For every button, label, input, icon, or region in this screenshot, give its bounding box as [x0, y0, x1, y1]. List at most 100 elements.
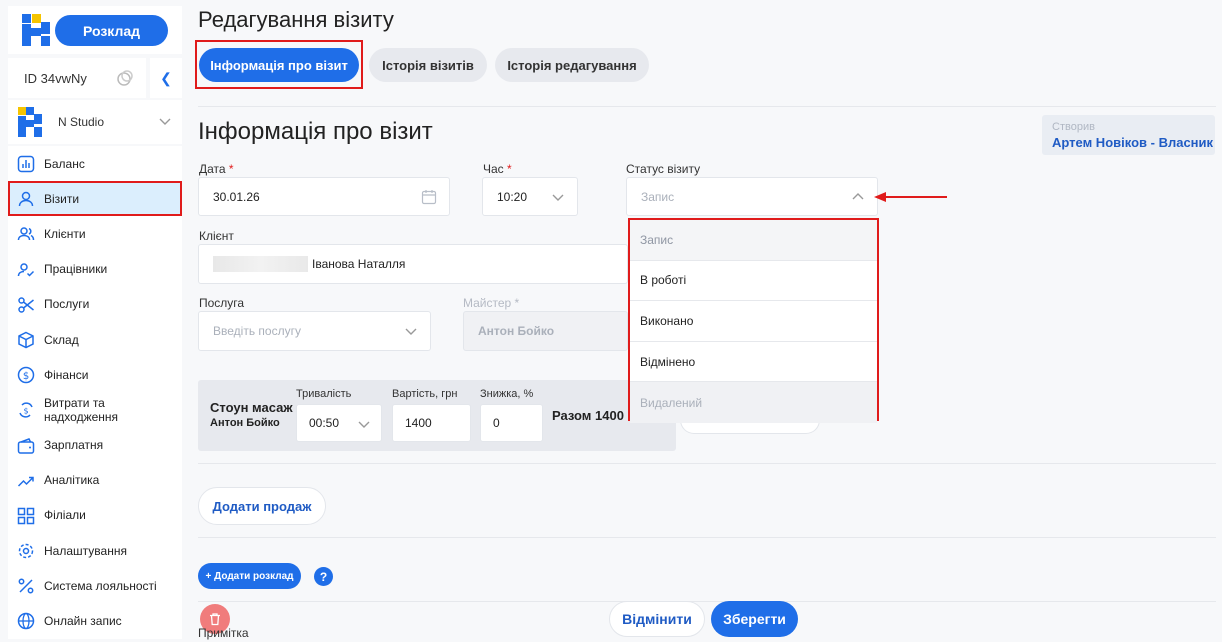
sidebar-item-label: Аналітика	[44, 473, 100, 488]
date-field[interactable]: 30.01.26	[198, 177, 450, 216]
master-label: Майстер *	[463, 296, 520, 310]
time-label: Час *	[483, 162, 512, 176]
price-value: 1400	[405, 416, 432, 430]
status-option-deleted[interactable]: Видалений	[630, 382, 877, 423]
sidebar-item-label: Візити	[44, 191, 80, 206]
master-field: Антон Бойко	[463, 311, 628, 351]
dollar-circle-icon: $	[17, 366, 35, 384]
sidebar-item-label: Онлайн запис	[44, 614, 122, 629]
chevron-down-icon	[159, 118, 171, 125]
master-label-text: Майстер	[463, 296, 512, 310]
divider	[198, 463, 1216, 464]
sidebar-item-analytics[interactable]: Аналітика	[8, 462, 182, 498]
sidebar-item-online-booking[interactable]: Онлайн запис	[8, 603, 182, 639]
percent-icon	[18, 578, 34, 594]
calendar-icon[interactable]	[421, 189, 437, 205]
sidebar-item-label: Баланс	[44, 156, 85, 171]
status-select[interactable]: Запис	[626, 177, 878, 216]
date-label-text: Дата	[199, 162, 226, 176]
sidebar-item-label: Склад	[44, 332, 79, 347]
save-button[interactable]: Зберегти	[711, 601, 798, 637]
sidebar-item-loyalty[interactable]: Система лояльності	[8, 568, 182, 604]
divider	[198, 601, 1216, 602]
user-check-icon	[17, 262, 35, 277]
sidebar-item-finance[interactable]: $ Фінанси	[8, 357, 182, 393]
svg-text:$: $	[23, 407, 28, 416]
service-placeholder: Введіть послугу	[213, 324, 301, 338]
created-by-badge: Створив Артем Новіков - Власник	[1042, 115, 1215, 155]
studio-name: N Studio	[58, 115, 105, 129]
discount-value: 0	[493, 416, 500, 430]
collapse-sidebar-button[interactable]: ❮	[150, 58, 182, 98]
cancel-button[interactable]: Відмінити	[609, 601, 705, 637]
sync-icon[interactable]	[116, 69, 134, 87]
money-flow-icon: $	[19, 402, 33, 418]
sidebar-item-label: Філіали	[44, 508, 86, 523]
chevron-left-icon: ❮	[160, 69, 172, 86]
globe-icon	[17, 613, 35, 630]
tab-visit-history[interactable]: Історія візитів	[369, 48, 487, 82]
app-logo-icon	[22, 14, 50, 46]
service-select[interactable]: Введіть послугу	[198, 311, 431, 351]
status-option-record[interactable]: Запис	[630, 220, 877, 261]
sidebar: Розклад ID 34vwNy ❮ N Studio Баланс Візи…	[0, 0, 190, 642]
account-id-card: ID 34vwNy	[8, 58, 146, 98]
chevron-up-icon	[852, 192, 864, 199]
service-item-panel: Стоун масаж Антон Бойко Тривалість 00:50…	[198, 380, 676, 451]
service-item-master: Антон Бойко	[210, 417, 280, 429]
service-item-name: Стоун масаж	[210, 400, 293, 415]
sidebar-item-label: Клієнти	[44, 226, 86, 241]
sidebar-nav: Баланс Візити Клієнти Працівники Послуги…	[8, 146, 182, 639]
client-field[interactable]: Іванова Наталля	[198, 244, 628, 284]
duration-label: Тривалість	[296, 388, 352, 400]
discount-label: Знижка, %	[480, 388, 534, 400]
sidebar-item-branches[interactable]: Філіали	[8, 497, 182, 534]
scissors-icon	[18, 297, 34, 313]
highlight-box-tab	[195, 40, 363, 89]
sidebar-item-label: Витрати та надходження	[44, 395, 119, 424]
schedule-button[interactable]: Розклад	[55, 15, 168, 46]
svg-text:$: $	[23, 371, 29, 382]
client-label: Клієнт	[199, 229, 234, 243]
duration-select[interactable]: 00:50	[296, 404, 382, 442]
studio-selector[interactable]: N Studio	[8, 100, 182, 144]
status-option-done[interactable]: Виконано	[630, 301, 877, 342]
time-select[interactable]: 10:20	[482, 177, 578, 216]
created-by-value: Артем Новіков - Власник	[1052, 135, 1214, 150]
sidebar-item-settings[interactable]: Налаштування	[8, 533, 182, 569]
users-icon	[17, 227, 35, 241]
account-id: ID 34vwNy	[24, 70, 87, 86]
user-icon	[18, 191, 34, 207]
status-option-in-progress[interactable]: В роботі	[630, 261, 877, 302]
logo-card: Розклад	[8, 6, 182, 54]
client-value: Іванова Наталля	[312, 257, 406, 271]
sidebar-item-balance[interactable]: Баланс	[8, 146, 182, 182]
time-label-text: Час	[483, 162, 504, 176]
sidebar-item-label: Послуги	[44, 297, 90, 312]
gear-icon	[18, 543, 34, 559]
sidebar-item-clients[interactable]: Клієнти	[8, 216, 182, 252]
sidebar-item-warehouse[interactable]: Склад	[8, 321, 182, 358]
sidebar-item-salary[interactable]: Зарплатня	[8, 427, 182, 463]
sidebar-item-expenses-income[interactable]: $ Витрати та надходження	[8, 392, 182, 428]
status-label: Статус візиту	[626, 162, 701, 176]
sidebar-item-visits[interactable]: Візити	[8, 181, 182, 217]
date-label: Дата *	[199, 162, 234, 176]
price-input[interactable]: 1400	[392, 404, 471, 442]
studio-logo-icon	[18, 107, 42, 137]
sidebar-item-label: Зарплатня	[44, 438, 104, 453]
trash-icon	[210, 613, 220, 626]
help-icon[interactable]: ?	[314, 567, 333, 586]
box-icon	[18, 331, 34, 349]
sidebar-item-employees[interactable]: Працівники	[8, 251, 182, 287]
status-placeholder: Запис	[641, 189, 675, 204]
divider	[198, 106, 1216, 107]
tab-edit-history[interactable]: Історія редагування	[495, 48, 649, 82]
grid-icon	[17, 507, 35, 525]
add-schedule-button[interactable]: + Додати розклад	[198, 563, 301, 589]
add-sale-button[interactable]: Додати продаж	[198, 487, 326, 525]
status-option-cancelled[interactable]: Відмінено	[630, 342, 877, 383]
service-total: Разом 1400	[552, 408, 624, 423]
discount-input[interactable]: 0	[480, 404, 543, 442]
sidebar-item-services[interactable]: Послуги	[8, 286, 182, 322]
